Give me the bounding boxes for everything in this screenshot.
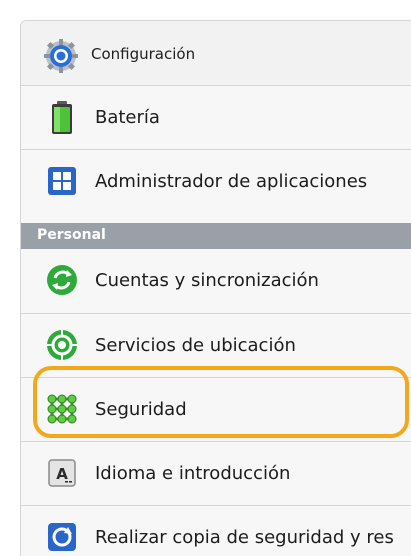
settings-item-label: Idioma e introducción bbox=[95, 463, 291, 484]
keyboard-icon: A bbox=[46, 457, 78, 489]
apps-grid-icon bbox=[46, 165, 78, 197]
settings-item-accounts-sync[interactable]: Cuentas y sincronización bbox=[21, 249, 411, 312]
settings-item-label: Realizar copia de seguridad y res bbox=[95, 527, 394, 548]
backup-icon bbox=[46, 521, 78, 553]
settings-item-language-input[interactable]: A Idioma e introducción bbox=[21, 441, 411, 505]
settings-item-location[interactable]: Servicios de ubicación bbox=[21, 313, 411, 377]
settings-panel: Configuración Batería Administrador de a… bbox=[20, 20, 411, 556]
settings-item-apps[interactable]: Administrador de aplicaciones bbox=[21, 149, 411, 213]
settings-item-label: Seguridad bbox=[95, 399, 187, 420]
security-pattern-icon bbox=[46, 393, 78, 425]
battery-icon bbox=[46, 101, 78, 134]
settings-item-backup[interactable]: Realizar copia de seguridad y res bbox=[21, 505, 411, 556]
location-icon bbox=[46, 329, 78, 361]
section-header-personal: Personal bbox=[21, 223, 411, 249]
svg-text:A: A bbox=[56, 465, 68, 483]
title-bar: Configuración bbox=[21, 21, 411, 85]
settings-item-battery[interactable]: Batería bbox=[21, 85, 411, 149]
settings-item-label: Administrador de aplicaciones bbox=[95, 171, 368, 192]
settings-item-label: Servicios de ubicación bbox=[95, 335, 296, 356]
gear-icon bbox=[43, 38, 79, 74]
settings-item-label: Cuentas y sincronización bbox=[95, 270, 319, 291]
sync-icon bbox=[46, 264, 78, 296]
page-title: Configuración bbox=[91, 45, 196, 63]
settings-item-security[interactable]: Seguridad bbox=[21, 377, 411, 441]
settings-screen: Configuración Batería Administrador de a… bbox=[0, 0, 411, 556]
settings-item-label: Batería bbox=[95, 107, 160, 128]
section-header-label: Personal bbox=[37, 227, 106, 243]
